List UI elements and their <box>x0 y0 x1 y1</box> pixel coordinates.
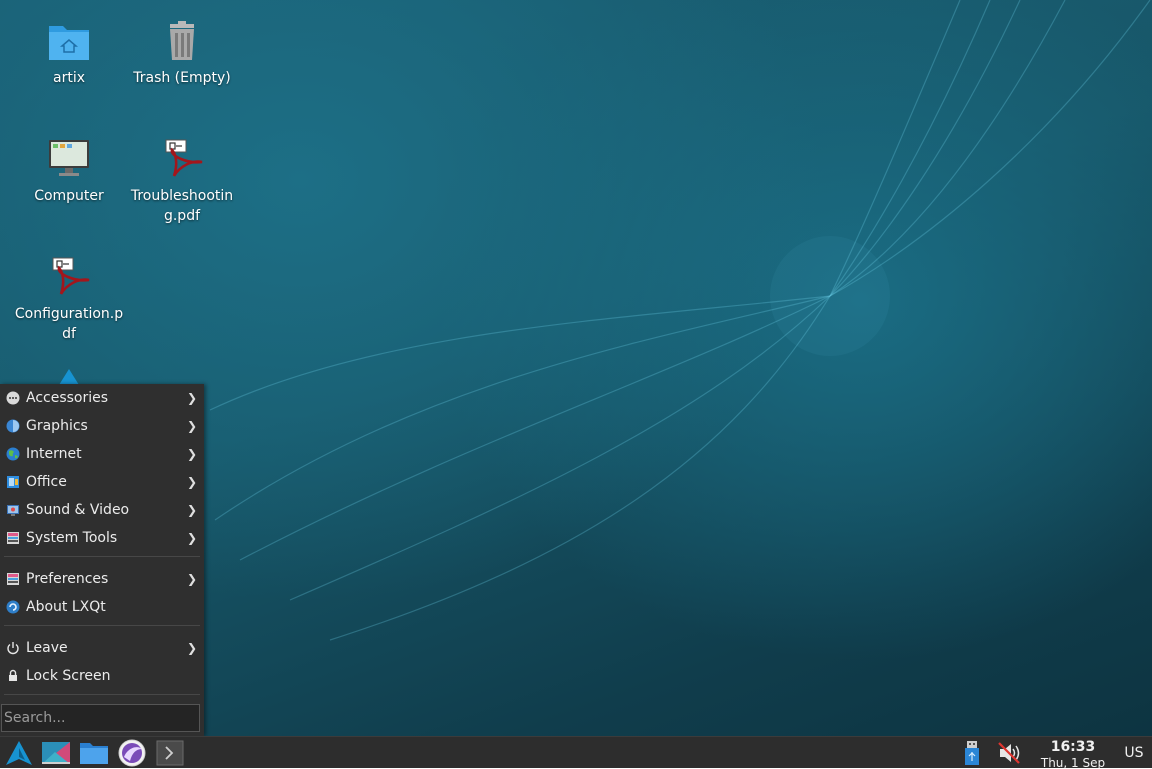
chevron-right-icon: ❯ <box>186 391 198 405</box>
menu-item-internet[interactable]: Internet ❯ <box>0 440 204 468</box>
clock-time: 16:33 <box>1050 739 1096 755</box>
keyboard-layout-indicator[interactable]: US <box>1118 737 1150 769</box>
office-icon <box>5 474 21 490</box>
desktop-icon-configuration-pdf[interactable]: Configuration.pdf <box>14 254 124 344</box>
system-tools-icon <box>5 530 21 546</box>
menu-item-accessories[interactable]: Accessories ❯ <box>0 384 204 412</box>
folder-icon <box>80 743 108 764</box>
sound-video-icon <box>5 502 21 518</box>
lxqt-icon <box>5 599 21 615</box>
menu-item-leave[interactable]: Leave ❯ <box>0 634 204 662</box>
menu-item-office[interactable]: Office ❯ <box>0 468 204 496</box>
desktop-icon <box>42 742 70 764</box>
artix-logo-icon <box>6 741 32 765</box>
menu-item-system-tools[interactable]: System Tools ❯ <box>0 524 204 552</box>
clock-date: Thu, 1 Sep 2022 <box>1040 756 1106 768</box>
menu-item-lock-screen[interactable]: Lock Screen <box>0 662 204 690</box>
file-manager-button[interactable] <box>77 738 111 768</box>
terminal-icon <box>156 740 184 766</box>
desktop-icon-label: Troubleshooting.pdf <box>130 188 234 224</box>
desktop-icon-label: Computer <box>34 188 104 204</box>
lock-icon <box>5 668 21 684</box>
desktop-icon-label: Configuration.pdf <box>14 306 124 342</box>
desktop-icon-troubleshooting-pdf[interactable]: Troubleshooting.pdf <box>127 136 237 226</box>
menu-item-sound-video[interactable]: Sound & Video ❯ <box>0 496 204 524</box>
chevron-right-icon: ❯ <box>186 447 198 461</box>
chevron-right-icon: ❯ <box>186 572 198 586</box>
desktop[interactable]: artix Trash (Empty) Computer Troubleshoo… <box>0 0 1152 736</box>
chevron-right-icon: ❯ <box>186 531 198 545</box>
desktop-icon-computer[interactable]: Computer <box>14 136 124 206</box>
menu-separator <box>4 694 200 695</box>
menu-item-preferences[interactable]: Preferences ❯ <box>0 565 204 593</box>
chevron-right-icon: ❯ <box>186 641 198 655</box>
web-browser-button[interactable] <box>115 738 149 768</box>
graphics-icon <box>5 418 21 434</box>
application-menu: Accessories ❯ Graphics ❯ Internet ❯ Offi… <box>0 384 204 736</box>
desktop-icon-label: artix <box>53 70 85 86</box>
main-menu-button[interactable] <box>2 738 36 768</box>
menu-item-about-lxqt[interactable]: About LXQt <box>0 593 204 621</box>
volume-muted-icon <box>998 742 1020 764</box>
accessories-icon <box>5 390 21 406</box>
clock[interactable]: 16:33 Thu, 1 Sep 2022 <box>1026 738 1120 768</box>
taskbar: 16:33 Thu, 1 Sep 2022 US <box>0 736 1152 768</box>
menu-separator <box>4 556 200 557</box>
desktop-icon-trash[interactable]: Trash (Empty) <box>127 18 237 88</box>
desktop-icon-label: Trash (Empty) <box>133 70 231 86</box>
terminal-button[interactable] <box>153 738 187 768</box>
trash-icon <box>170 21 194 60</box>
browser-icon <box>118 739 146 767</box>
desktop-icon-home[interactable]: artix <box>14 18 124 88</box>
volume-tray-button[interactable] <box>992 738 1026 768</box>
pdf-icon <box>165 139 203 177</box>
computer-icon <box>49 140 89 176</box>
chevron-right-icon: ❯ <box>186 503 198 517</box>
menu-search-input[interactable] <box>1 704 200 732</box>
pdf-icon <box>52 257 90 295</box>
menu-item-graphics[interactable]: Graphics ❯ <box>0 412 204 440</box>
internet-icon <box>5 446 21 462</box>
chevron-right-icon: ❯ <box>186 419 198 433</box>
show-desktop-button[interactable] <box>39 738 73 768</box>
power-icon <box>5 640 21 656</box>
preferences-icon <box>5 571 21 587</box>
usb-drive-icon <box>965 741 979 765</box>
chevron-right-icon: ❯ <box>186 475 198 489</box>
menu-separator <box>4 625 200 626</box>
removable-media-tray-button[interactable] <box>956 738 988 768</box>
home-folder-icon <box>49 26 89 60</box>
artix-logo-icon <box>59 369 79 385</box>
